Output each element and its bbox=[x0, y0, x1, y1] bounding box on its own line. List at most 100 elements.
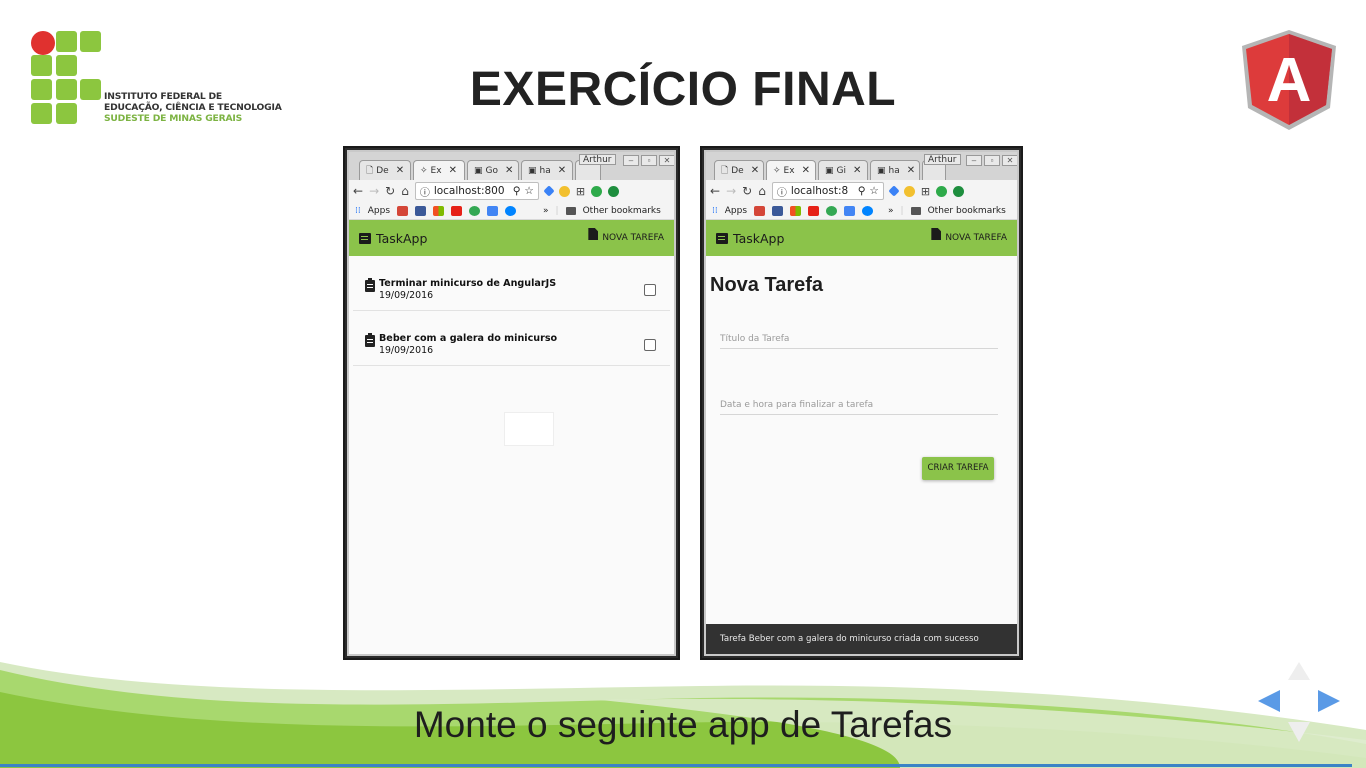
close-icon[interactable]: ✕ bbox=[505, 165, 513, 176]
messenger-icon[interactable] bbox=[505, 205, 517, 216]
extension-icon[interactable] bbox=[953, 185, 965, 197]
nav-left-icon[interactable] bbox=[1258, 690, 1280, 712]
bookmark-apps[interactable]: Apps bbox=[368, 206, 390, 216]
task-title-input[interactable] bbox=[720, 334, 998, 344]
facebook-icon[interactable] bbox=[415, 205, 427, 216]
apps-grid-icon: ⁞⁞ bbox=[712, 205, 718, 216]
extension-icon[interactable] bbox=[591, 185, 603, 197]
close-icon[interactable]: ✕ bbox=[907, 165, 915, 176]
create-task-button[interactable]: CRIAR TAREFA bbox=[922, 457, 994, 480]
forward-arrow-icon[interactable]: → bbox=[369, 184, 379, 198]
facebook-icon[interactable] bbox=[772, 205, 784, 216]
extension-grid-icon[interactable]: ⊞ bbox=[576, 185, 585, 198]
gmail-icon[interactable] bbox=[754, 205, 766, 216]
extension-icon[interactable] bbox=[558, 185, 570, 197]
maximize-button[interactable]: ▫ bbox=[641, 155, 657, 166]
nav-right-icon[interactable] bbox=[1318, 690, 1340, 712]
star-icon[interactable]: ☆ bbox=[524, 185, 533, 197]
browser-tab[interactable]: ▣ ha ✕ bbox=[870, 160, 920, 180]
home-icon[interactable]: ⌂ bbox=[401, 184, 409, 198]
page-icon: 🗋 bbox=[721, 165, 729, 176]
close-icon[interactable]: ✕ bbox=[396, 165, 404, 176]
zoom-icon: ⚲ bbox=[512, 185, 521, 197]
maximize-button[interactable]: ▫ bbox=[984, 155, 1000, 166]
messenger-icon[interactable] bbox=[862, 205, 874, 216]
profile-button[interactable]: Arthur bbox=[924, 154, 961, 165]
browser-tab[interactable]: ▣ ha ✕ bbox=[521, 160, 573, 180]
close-icon[interactable]: ✕ bbox=[558, 165, 566, 176]
app-brand[interactable]: TaskApp bbox=[359, 231, 427, 246]
new-task-button[interactable]: NOVA TAREFA bbox=[588, 228, 664, 244]
reload-icon[interactable]: ↻ bbox=[385, 184, 395, 198]
app-header: TaskApp NOVA TAREFA bbox=[706, 220, 1017, 256]
browser-tab-active[interactable]: ✧ Ex ✕ bbox=[766, 160, 816, 180]
logo-red-dot bbox=[31, 31, 55, 55]
list-item: Terminar minicurso de AngularJS 19/09/20… bbox=[353, 256, 670, 311]
forward-arrow-icon[interactable]: → bbox=[726, 184, 736, 198]
browser-toolbar: ← → ↻ ⌂ ⓘ localhost:8 ⚲ ☆ ⊞ bbox=[706, 180, 1017, 202]
browser-tab[interactable]: ▣ Go ✕ bbox=[467, 160, 519, 180]
close-icon[interactable]: ✕ bbox=[802, 165, 810, 176]
other-bookmarks[interactable]: Other bookmarks bbox=[928, 206, 1006, 216]
extension-grid-icon[interactable]: ⊞ bbox=[921, 185, 930, 198]
bookmarks-bar: ⁞⁞ Apps » | Other bookmarks bbox=[706, 202, 1017, 220]
extension-icon[interactable] bbox=[469, 205, 481, 216]
minimize-button[interactable]: – bbox=[623, 155, 639, 166]
close-icon[interactable]: ✕ bbox=[853, 165, 861, 176]
slide-navigation bbox=[1258, 662, 1340, 742]
zoom-icon: ⚲ bbox=[857, 185, 866, 197]
browser-tab[interactable]: ▣ Gi ✕ bbox=[818, 160, 868, 180]
home-icon[interactable]: ⌂ bbox=[758, 184, 766, 198]
close-window-button[interactable]: ✕ bbox=[1002, 155, 1017, 166]
close-window-button[interactable]: ✕ bbox=[659, 155, 674, 166]
star-icon[interactable]: ☆ bbox=[869, 185, 878, 197]
address-bar[interactable]: ⓘ localhost:800 ⚲ ☆ bbox=[414, 182, 539, 200]
note-add-icon bbox=[931, 228, 942, 240]
close-icon[interactable]: ✕ bbox=[449, 165, 457, 176]
close-icon[interactable]: ✕ bbox=[751, 165, 759, 176]
reload-icon[interactable]: ↻ bbox=[742, 184, 752, 198]
task-datetime-input[interactable] bbox=[720, 400, 998, 410]
list-item: Beber com a galera do minicurso 19/09/20… bbox=[353, 311, 670, 366]
nav-down-icon[interactable] bbox=[1288, 722, 1310, 742]
more-bookmarks-button[interactable]: » bbox=[888, 206, 894, 216]
task-checkbox[interactable] bbox=[644, 284, 656, 296]
bottom-bar bbox=[0, 764, 1352, 767]
angular-logo-icon: A bbox=[1242, 30, 1336, 130]
extension-icon[interactable] bbox=[903, 185, 915, 197]
extension-icon[interactable] bbox=[608, 185, 620, 197]
minimize-button[interactable]: – bbox=[966, 155, 982, 166]
browser-tab[interactable]: 🗋 De ✕ bbox=[714, 160, 764, 180]
page-icon: 🗋 bbox=[366, 165, 374, 176]
youtube-icon[interactable] bbox=[808, 205, 820, 216]
new-task-button[interactable]: NOVA TAREFA bbox=[931, 228, 1007, 244]
gmail-icon[interactable] bbox=[397, 205, 409, 216]
app-brand[interactable]: TaskApp bbox=[716, 231, 784, 246]
browser-tab-active[interactable]: ✧ Ex ✕ bbox=[413, 160, 465, 180]
task-datetime-field[interactable] bbox=[720, 400, 998, 415]
extension-icon[interactable] bbox=[936, 185, 948, 197]
nav-up-icon[interactable] bbox=[1288, 662, 1310, 680]
extension-icon[interactable] bbox=[543, 185, 555, 197]
clipboard-icon bbox=[365, 333, 375, 347]
back-arrow-icon[interactable]: ← bbox=[353, 184, 363, 198]
translate-icon[interactable] bbox=[487, 205, 499, 216]
microsoft-icon[interactable] bbox=[790, 205, 802, 216]
profile-button[interactable]: Arthur bbox=[579, 154, 616, 165]
bookmark-apps[interactable]: Apps bbox=[725, 206, 747, 216]
github-tab-icon: ▣ bbox=[877, 165, 886, 176]
microsoft-icon[interactable] bbox=[433, 205, 445, 216]
address-bar[interactable]: ⓘ localhost:8 ⚲ ☆ bbox=[771, 182, 884, 200]
task-title-field[interactable] bbox=[720, 334, 998, 349]
youtube-icon[interactable] bbox=[451, 205, 463, 216]
translate-icon[interactable] bbox=[844, 205, 856, 216]
task-title: Terminar minicurso de AngularJS bbox=[379, 278, 557, 289]
browser-tab[interactable]: 🗋 De ✕ bbox=[359, 160, 411, 180]
extension-icon[interactable] bbox=[826, 205, 838, 216]
back-arrow-icon[interactable]: ← bbox=[710, 184, 720, 198]
more-bookmarks-button[interactable]: » bbox=[543, 206, 549, 216]
github-tab-icon: ▣ bbox=[474, 165, 483, 176]
other-bookmarks[interactable]: Other bookmarks bbox=[583, 206, 661, 216]
task-checkbox[interactable] bbox=[644, 339, 656, 351]
extension-icon[interactable] bbox=[888, 185, 900, 197]
